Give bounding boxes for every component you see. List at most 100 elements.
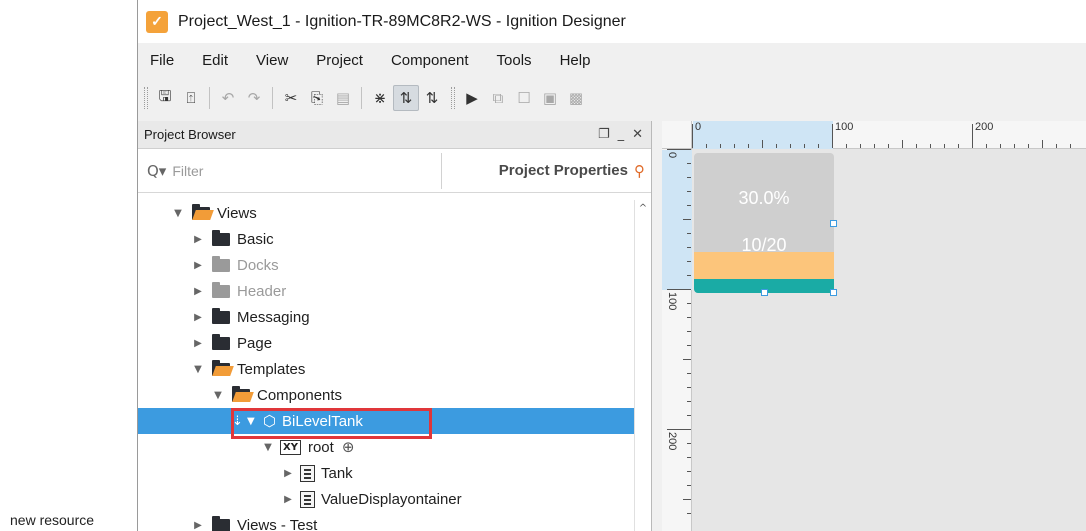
project-browser-panel: Project Browser ❐ _ ✕ Q▾ Project Propert… — [138, 121, 652, 531]
ruler-label: 200 — [666, 432, 678, 451]
tree-item-label: Messaging — [237, 308, 310, 326]
ruler-tick — [687, 443, 691, 444]
cut-icon[interactable]: ✂ — [278, 85, 304, 111]
menu-view[interactable]: View — [241, 52, 301, 69]
tree-item-bileveltank[interactable]: ⇣ ▼ ⬡ BiLevelTank — [138, 408, 634, 439]
collapse-icon[interactable]: ▼ — [212, 390, 224, 401]
redo-icon[interactable]: ↷ — [241, 85, 267, 111]
menu-bar: File Edit View Project Component Tools H… — [138, 46, 1086, 74]
ruler-tick — [1000, 144, 1001, 148]
tree-item-label: Basic — [237, 230, 274, 248]
search-icon[interactable]: Q▾ — [147, 162, 166, 180]
group-icon[interactable]: ⧉ — [485, 85, 511, 111]
snap-icon[interactable]: ⋇ — [367, 85, 393, 111]
save-icon[interactable]: 🖫 — [152, 85, 178, 111]
expand-icon[interactable]: ▶ — [192, 286, 204, 297]
mode-a-icon[interactable]: ⇅ — [393, 85, 419, 111]
minimize-icon[interactable]: _ — [618, 127, 625, 142]
menu-component[interactable]: Component — [376, 52, 482, 69]
resize-handle[interactable] — [830, 220, 837, 227]
menu-file[interactable]: File — [138, 52, 187, 69]
ruler-tick — [687, 317, 691, 318]
collapse-icon[interactable]: ▼ — [192, 364, 204, 375]
project-browser-title: Project Browser — [144, 127, 236, 142]
tree-item-label: Header — [237, 282, 287, 300]
close-icon[interactable]: ✕ — [632, 127, 643, 142]
expand-icon[interactable]: ▶ — [192, 338, 204, 349]
ruler-label: 0 — [695, 121, 702, 133]
menu-tools[interactable]: Tools — [482, 52, 545, 69]
ruler-tick — [1056, 144, 1057, 148]
collapse-icon[interactable]: ▼ — [172, 208, 184, 219]
tree-item-label: Templates — [237, 360, 306, 378]
tree-item-views-test[interactable]: ▶ Views - Test — [138, 512, 634, 531]
folder-open-icon — [212, 359, 230, 376]
designer-window: ✓ Project_West_1 - Ignition-TR-89MC8R2-W… — [137, 0, 1086, 531]
expand-icon[interactable]: ▶ — [192, 312, 204, 323]
play-icon[interactable]: ▶ — [459, 85, 485, 111]
resize-handle[interactable] — [761, 289, 768, 296]
collapse-icon[interactable]: ▼ — [245, 416, 257, 427]
ruler-top: 0 100 200 — [692, 121, 1086, 149]
folder-icon — [212, 307, 230, 324]
tank-percent-label: 30.0% — [738, 188, 790, 208]
title-bar: ✓ Project_West_1 - Ignition-TR-89MC8R2-W… — [138, 0, 1086, 43]
bileveltank-component[interactable]: 30.0% 10/20 — [694, 153, 834, 293]
menu-edit[interactable]: Edit — [187, 52, 241, 69]
ungroup-icon[interactable]: ☐ — [511, 85, 537, 111]
expand-icon[interactable]: ▶ — [282, 468, 294, 479]
tree-item-tank[interactable]: ▶ Tank — [138, 460, 634, 486]
tree-item-label: BiLevelTank — [282, 412, 363, 430]
undo-icon[interactable]: ↶ — [215, 85, 241, 111]
new-resource-caption: new resource — [10, 512, 95, 528]
ruler-label: 100 — [835, 121, 854, 133]
save-all-icon[interactable]: ⍐ — [178, 85, 204, 111]
paste-icon[interactable]: ▤ — [330, 85, 356, 111]
tree-item-root[interactable]: ▼ XY root ⊕ — [138, 434, 634, 460]
toolbar: 🖫 ⍐ ↶ ↷ ✂ ⎘ ▤ ⋇ ⇅ ⇅ ▶ ⧉ ☐ ▣ ▩ — [138, 82, 1086, 114]
tree-item-basic[interactable]: ▶ Basic — [138, 226, 634, 252]
tree-item-templates[interactable]: ▼ Templates — [138, 356, 634, 382]
ruler-tick — [706, 144, 707, 148]
tree-item-header[interactable]: ▶ Header — [138, 278, 634, 304]
ruler-tick — [687, 261, 691, 262]
expand-icon[interactable]: ▶ — [192, 234, 204, 245]
tree-item-messaging[interactable]: ▶ Messaging — [138, 304, 634, 330]
ruler-tick — [1028, 144, 1029, 148]
scroll-up-icon[interactable]: ^ — [635, 200, 651, 216]
send-back-icon[interactable]: ▩ — [563, 85, 589, 111]
ruler-tick — [846, 144, 847, 148]
expand-icon[interactable]: ▶ — [282, 494, 294, 505]
ruler-tick — [902, 140, 903, 148]
tree-item-views[interactable]: ▼ Views — [138, 200, 634, 226]
toolbar-grip[interactable] — [144, 87, 148, 109]
tree-item-docks[interactable]: ▶ Docks — [138, 252, 634, 278]
ruler-tick — [687, 163, 691, 164]
resize-handle[interactable] — [830, 289, 837, 296]
ruler-tick — [687, 205, 691, 206]
expand-icon[interactable]: ▶ — [192, 520, 204, 531]
restore-icon[interactable]: ❐ — [598, 127, 610, 142]
filter-input[interactable] — [172, 162, 413, 179]
tree-item-components[interactable]: ▼ Components — [138, 382, 634, 408]
toolbar-grip[interactable] — [451, 87, 455, 109]
design-canvas[interactable]: 0 100 200 0 100 200 30.0% 10/20 — [662, 121, 1086, 531]
ruler-tick — [958, 144, 959, 148]
ruler-tick — [687, 331, 691, 332]
mode-b-icon[interactable]: ⇅ — [419, 85, 445, 111]
menu-project[interactable]: Project — [301, 52, 376, 69]
ruler-highlight — [662, 150, 692, 290]
ruler-tick — [748, 144, 749, 148]
ruler-tick — [734, 144, 735, 148]
component-icon — [300, 464, 315, 482]
collapse-icon[interactable]: ▼ — [262, 442, 274, 453]
project-properties-button[interactable]: Project Properties ⚲ — [442, 162, 651, 180]
copy-icon[interactable]: ⎘ — [304, 85, 330, 111]
tree-item-valuedisplayontainer[interactable]: ▶ ValueDisplayontainer — [138, 486, 634, 512]
tree-item-page[interactable]: ▶ Page — [138, 330, 634, 356]
tree-scrollbar[interactable]: ^ — [634, 200, 651, 531]
bring-front-icon[interactable]: ▣ — [537, 85, 563, 111]
project-properties-label: Project Properties — [498, 162, 628, 179]
expand-icon[interactable]: ▶ — [192, 260, 204, 271]
menu-help[interactable]: Help — [545, 52, 604, 69]
